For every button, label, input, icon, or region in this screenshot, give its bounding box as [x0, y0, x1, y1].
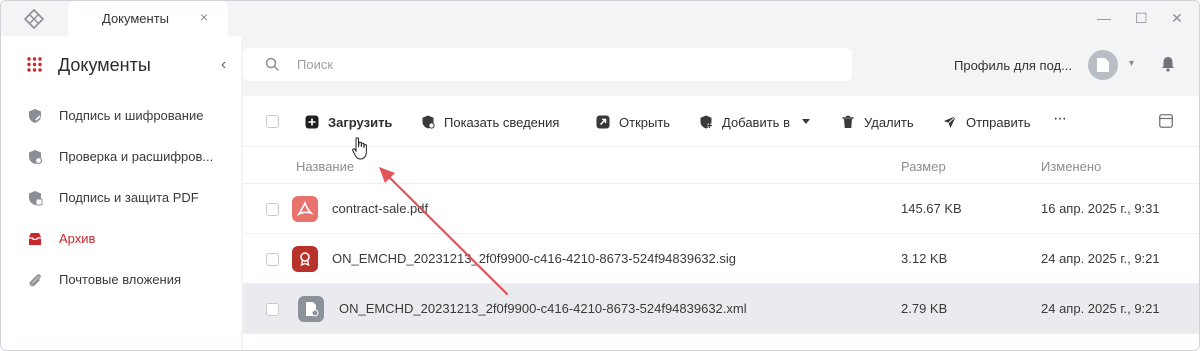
send-label: Отправить: [966, 114, 1031, 130]
sidebar-item-label: Архив: [59, 231, 96, 246]
add-to-label: Добавить в: [722, 114, 790, 130]
shield-pdf-icon: [29, 191, 43, 206]
file-size: 145.67 KB: [901, 201, 962, 216]
dropdown-caret-icon: [801, 119, 810, 124]
open-label: Открыть: [619, 114, 671, 130]
sidebar-header: Документы ‹: [1, 36, 241, 96]
file-modified: 16 апр. 2025 г., 9:31: [1041, 201, 1160, 216]
title-bar: Документы × — ☐ ✕: [1, 1, 1199, 36]
app-logo-icon: [23, 9, 45, 29]
file-size: 2.79 KB: [901, 301, 948, 316]
send-plane-icon: [944, 115, 957, 128]
upload-button[interactable]: Загрузить: [305, 113, 392, 131]
sidebar: Документы ‹ Подпись и шифрование Проверк…: [1, 36, 241, 350]
archive-box-icon: [29, 233, 41, 245]
table-row-selected[interactable]: ON_EMCHD_20231213_2f0f9900-c416-4210-867…: [243, 284, 1199, 334]
table-row[interactable]: contract-sale.pdf 145.67 KB 16 апр. 2025…: [243, 184, 1199, 234]
shield-pen-icon: [29, 109, 41, 123]
delete-label: Удалить: [864, 114, 914, 130]
search-input[interactable]: Поиск: [243, 48, 852, 81]
table-header: Название Размер Изменено: [243, 146, 1199, 184]
tab-documents[interactable]: Документы ×: [68, 1, 228, 36]
row-checkbox[interactable]: [266, 253, 279, 266]
open-external-icon: [596, 115, 610, 129]
chevron-down-icon[interactable]: ▾: [1129, 58, 1134, 69]
plus-square-icon: [305, 115, 319, 129]
minimize-icon[interactable]: —: [1097, 10, 1111, 26]
profile-selector[interactable]: Профиль для под...: [954, 58, 1072, 73]
column-modified-header[interactable]: Изменено: [1041, 159, 1101, 174]
file-modified: 24 апр. 2025 г., 9:21: [1041, 251, 1160, 266]
file-panel: Загрузить Показать сведения Открыть Доба…: [243, 96, 1199, 350]
file-name: contract-sale.pdf: [332, 201, 429, 216]
document-avatar-icon: [1097, 58, 1109, 72]
maximize-icon[interactable]: ☐: [1135, 10, 1148, 27]
toolbar: Загрузить Показать сведения Открыть Доба…: [243, 96, 1199, 146]
shield-check-icon: [29, 150, 43, 165]
show-details-button[interactable]: Показать сведения: [421, 113, 559, 131]
table-row[interactable]: ON_EMCHD_20231213_2f0f9900-c416-4210-867…: [243, 234, 1199, 284]
upload-label: Загрузить: [328, 114, 393, 130]
sidebar-item-label: Подпись и защита PDF: [59, 190, 199, 205]
search-icon: [265, 57, 279, 71]
tab-close-icon[interactable]: ×: [200, 9, 208, 25]
paperclip-icon: [29, 274, 41, 287]
open-button[interactable]: Открыть: [596, 113, 670, 131]
column-name-header[interactable]: Название: [296, 159, 354, 174]
sidebar-item-archive[interactable]: Архив: [1, 219, 241, 259]
collapse-sidebar-icon[interactable]: ‹: [221, 56, 226, 74]
add-to-button[interactable]: Добавить в: [699, 113, 810, 131]
row-checkbox[interactable]: [266, 203, 279, 216]
sidebar-item-sign-pdf[interactable]: Подпись и защита PDF: [1, 178, 241, 218]
panel-layout-icon[interactable]: [1159, 114, 1173, 128]
file-name: ON_EMCHD_20231213_2f0f9900-c416-4210-867…: [339, 301, 747, 316]
show-details-label: Показать сведения: [444, 114, 560, 130]
sidebar-item-label: Подпись и шифрование: [59, 108, 204, 123]
avatar[interactable]: [1088, 50, 1118, 80]
sidebar-item-label: Почтовые вложения: [59, 272, 182, 287]
column-size-header[interactable]: Размер: [901, 159, 946, 174]
file-size: 3.12 KB: [901, 251, 948, 266]
shield-info-icon: [422, 115, 435, 129]
sidebar-title: Документы: [58, 55, 151, 75]
sidebar-item-label: Проверка и расшифров...: [59, 149, 214, 164]
sidebar-item-verify-decrypt[interactable]: Проверка и расшифров...: [1, 137, 241, 177]
apps-grid-icon[interactable]: [27, 57, 42, 72]
sidebar-item-sign-encrypt[interactable]: Подпись и шифрование: [1, 96, 241, 136]
main-area: Поиск Профиль для под... ▾ Загрузить Пок…: [241, 36, 1199, 350]
send-button[interactable]: Отправить: [943, 113, 1030, 131]
row-checkbox[interactable]: [266, 303, 279, 316]
xml-file-icon: [298, 296, 324, 322]
app-window: Документы × — ☐ ✕ Документы ‹ Подпись и …: [0, 0, 1200, 351]
sidebar-item-mail-attachments[interactable]: Почтовые вложения: [1, 260, 241, 300]
file-modified: 24 апр. 2025 г., 9:21: [1041, 301, 1160, 316]
tab-label: Документы: [102, 11, 170, 26]
delete-button[interactable]: Удалить: [841, 113, 914, 131]
select-all-checkbox[interactable]: [266, 115, 279, 128]
search-placeholder: Поиск: [297, 57, 334, 72]
bell-icon[interactable]: [1159, 55, 1177, 73]
signature-file-icon: [292, 246, 318, 272]
pdf-file-icon: [292, 196, 318, 222]
shield-plus-icon: [700, 115, 712, 129]
more-options-icon[interactable]: ···: [1053, 110, 1067, 128]
file-name: ON_EMCHD_20231213_2f0f9900-c416-4210-867…: [332, 251, 737, 266]
close-window-icon[interactable]: ✕: [1171, 10, 1183, 27]
trash-icon: [842, 115, 854, 128]
